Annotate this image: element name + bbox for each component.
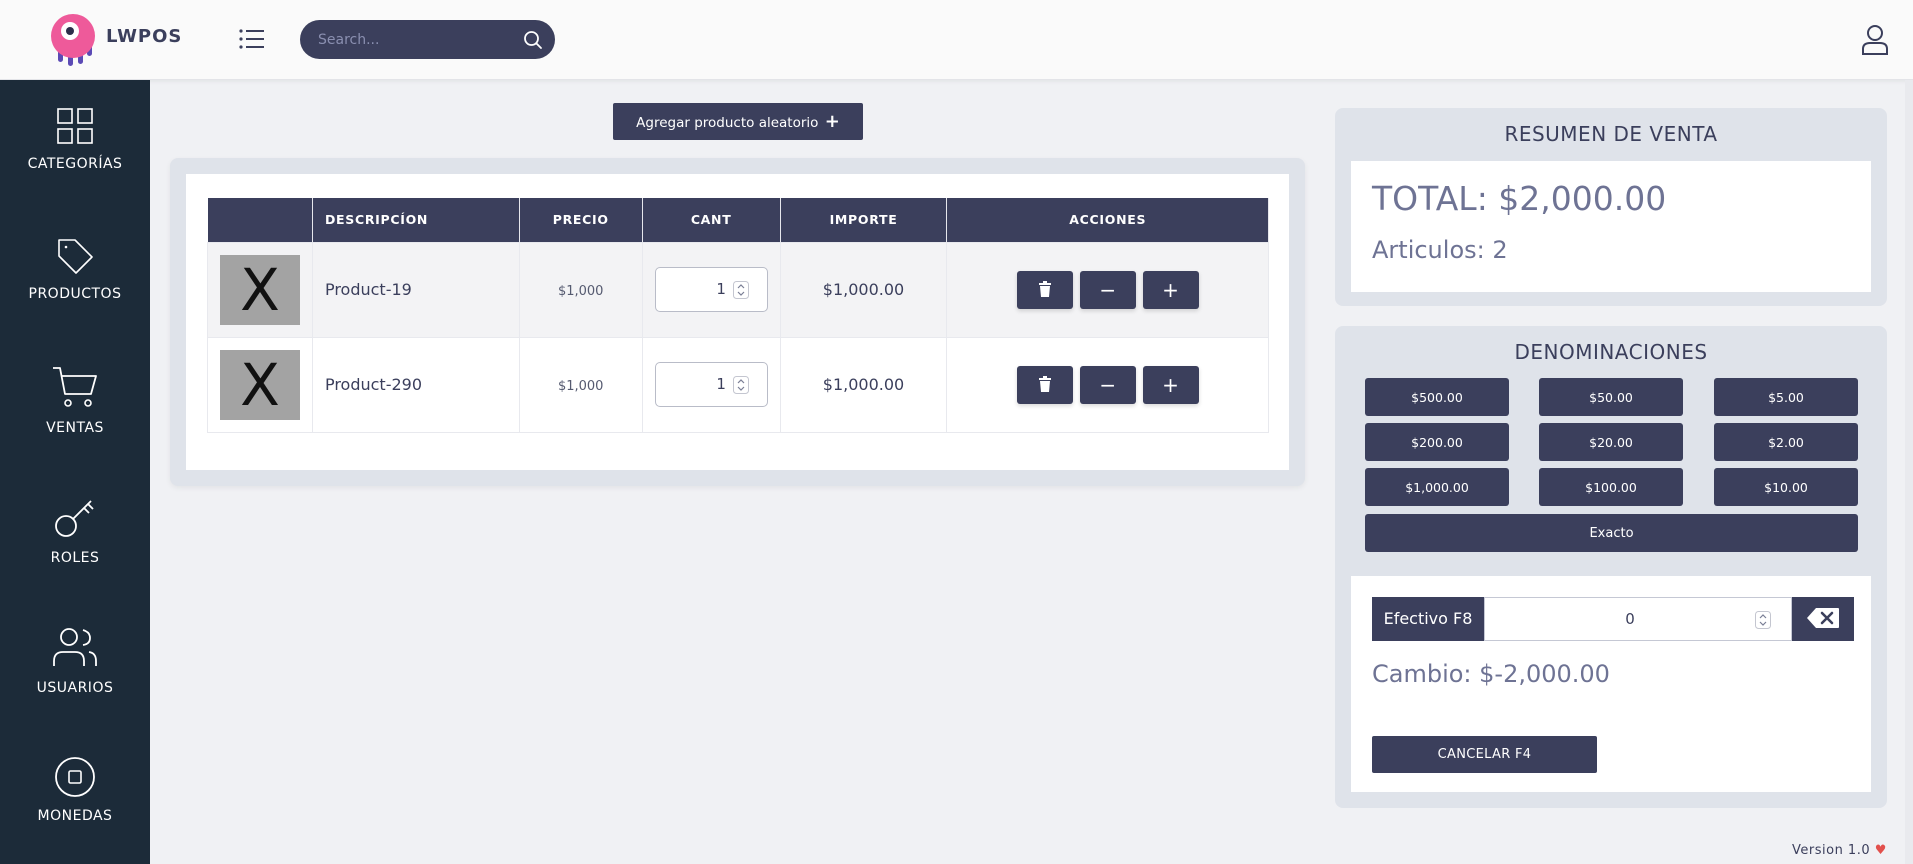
item-count: Articulos: 2 (1372, 236, 1508, 264)
delete-button[interactable] (1016, 270, 1073, 309)
add-random-label: Agregar producto aleatorio (636, 115, 819, 131)
brand-name: LWPOS (106, 26, 183, 47)
product-image: X (219, 349, 300, 420)
top-bar: LWPOS (0, 0, 1913, 80)
users-icon (53, 628, 97, 666)
add-random-product-button[interactable]: Agregar producto aleatorio + (613, 103, 863, 140)
spinner-icon[interactable] (1755, 611, 1771, 629)
cart-panel: DESCRIPCÍON PRECIO CANT IMPORTE ACCIONES… (170, 158, 1305, 486)
denominations-title: DENOMINACIONES (1514, 340, 1708, 364)
sidebar: CATEGORÍAS PRODUCTOS VENTAS ROLES USUARI… (0, 80, 150, 864)
trash-icon (1038, 280, 1051, 297)
spinner-icon[interactable] (732, 376, 749, 394)
product-amount: $1,000.00 (822, 375, 905, 394)
sale-summary-title: RESUMEN DE VENTA (1504, 122, 1718, 146)
cancel-button[interactable]: CANCELAR F4 (1372, 736, 1597, 773)
product-price: $1,000 (557, 378, 604, 394)
cash-label: Efectivo F8 (1372, 597, 1484, 641)
denomination-button[interactable]: $100.00 (1539, 468, 1683, 506)
scrollbar[interactable] (1905, 80, 1913, 864)
search-icon[interactable] (523, 30, 543, 50)
product-image: X (219, 254, 300, 325)
user-icon[interactable] (1860, 24, 1890, 56)
menu-icon[interactable] (238, 26, 266, 52)
search-input[interactable] (318, 29, 513, 51)
sidebar-item-categorias[interactable]: CATEGORÍAS (0, 106, 150, 216)
sidebar-item-label: ROLES (50, 550, 100, 566)
denomination-button[interactable]: $500.00 (1365, 378, 1509, 416)
tag-icon (58, 239, 93, 274)
column-header-qty: CANT (642, 198, 781, 242)
column-header-image (207, 198, 313, 242)
sidebar-item-usuarios[interactable]: USUARIOS (0, 626, 150, 736)
column-header-amount: IMPORTE (780, 198, 948, 242)
total-amount: TOTAL: $2,000.00 (1372, 179, 1667, 218)
increment-button[interactable]: + (1142, 365, 1199, 404)
product-amount: $1,000.00 (822, 280, 905, 299)
logo (51, 14, 95, 66)
denomination-button[interactable]: $10.00 (1714, 468, 1858, 506)
sidebar-item-label: PRODUCTOS (28, 286, 122, 302)
cart-card: DESCRIPCÍON PRECIO CANT IMPORTE ACCIONES… (186, 174, 1289, 470)
column-header-actions: ACCIONES (946, 198, 1269, 242)
quantity-stepper[interactable] (654, 267, 768, 312)
sidebar-item-ventas[interactable]: VENTAS (0, 364, 150, 474)
search-bar (300, 20, 555, 59)
delete-button[interactable] (1016, 365, 1073, 404)
denomination-button[interactable]: $5.00 (1714, 378, 1858, 416)
sale-summary-panel: RESUMEN DE VENTA TOTAL: $2,000.00 Articu… (1335, 108, 1887, 306)
sidebar-item-monedas[interactable]: MONEDAS (0, 756, 150, 864)
backspace-icon (1807, 607, 1839, 628)
grid-icon (57, 108, 93, 144)
product-description: Product-19 (311, 241, 520, 338)
sale-summary-card: TOTAL: $2,000.00 Articulos: 2 (1351, 161, 1871, 292)
heart-icon: ♥ (1874, 843, 1887, 858)
trash-icon (1038, 375, 1051, 392)
table-row: X Product-19 $1,000 $1,000 (207, 241, 1269, 338)
denomination-button[interactable]: $50.00 (1539, 378, 1683, 416)
cash-input[interactable] (1485, 598, 1745, 640)
clear-cash-button[interactable] (1792, 597, 1854, 641)
coin-icon (55, 757, 95, 797)
cash-field (1484, 597, 1792, 641)
spinner-icon[interactable] (732, 281, 749, 299)
increment-button[interactable]: + (1142, 270, 1199, 309)
sidebar-item-label: USUARIOS (36, 680, 114, 696)
exact-amount-button[interactable]: Exacto (1365, 514, 1858, 552)
version-text: Version 1.0 (1792, 843, 1871, 858)
sidebar-item-label: CATEGORÍAS (27, 156, 123, 172)
denomination-button[interactable]: $20.00 (1539, 423, 1683, 461)
version-label: Version 1.0 ♥ (1792, 843, 1887, 858)
product-description: Product-290 (311, 336, 520, 433)
decrement-button[interactable]: − (1079, 365, 1136, 404)
cart-icon (53, 367, 97, 407)
sidebar-item-label: MONEDAS (37, 808, 113, 824)
cart-table: DESCRIPCÍON PRECIO CANT IMPORTE ACCIONES… (207, 198, 1269, 433)
sidebar-item-label: VENTAS (46, 420, 104, 436)
decrement-button[interactable]: − (1079, 270, 1136, 309)
denomination-button[interactable]: $1,000.00 (1365, 468, 1509, 506)
key-icon (55, 500, 94, 537)
payment-card: Efectivo F8 Cambio: $-2,000.00 CANCELAR … (1351, 576, 1871, 792)
table-header-row: DESCRIPCÍON PRECIO CANT IMPORTE ACCIONES (207, 198, 1269, 242)
denominations-panel: DENOMINACIONES $500.00 $50.00 $5.00 $200… (1335, 326, 1887, 808)
column-header-description: DESCRIPCÍON (312, 198, 520, 242)
quantity-stepper[interactable] (654, 362, 768, 407)
table-row: X Product-290 $1,000 $1,00 (207, 336, 1269, 433)
change-amount: Cambio: $-2,000.00 (1372, 660, 1610, 688)
denomination-button[interactable]: $2.00 (1714, 423, 1858, 461)
plus-icon: + (824, 111, 840, 132)
denomination-button[interactable]: $200.00 (1365, 423, 1509, 461)
product-price: $1,000 (557, 283, 604, 299)
column-header-price: PRECIO (519, 198, 643, 242)
sidebar-item-productos[interactable]: PRODUCTOS (0, 236, 150, 346)
sidebar-item-roles[interactable]: ROLES (0, 496, 150, 606)
